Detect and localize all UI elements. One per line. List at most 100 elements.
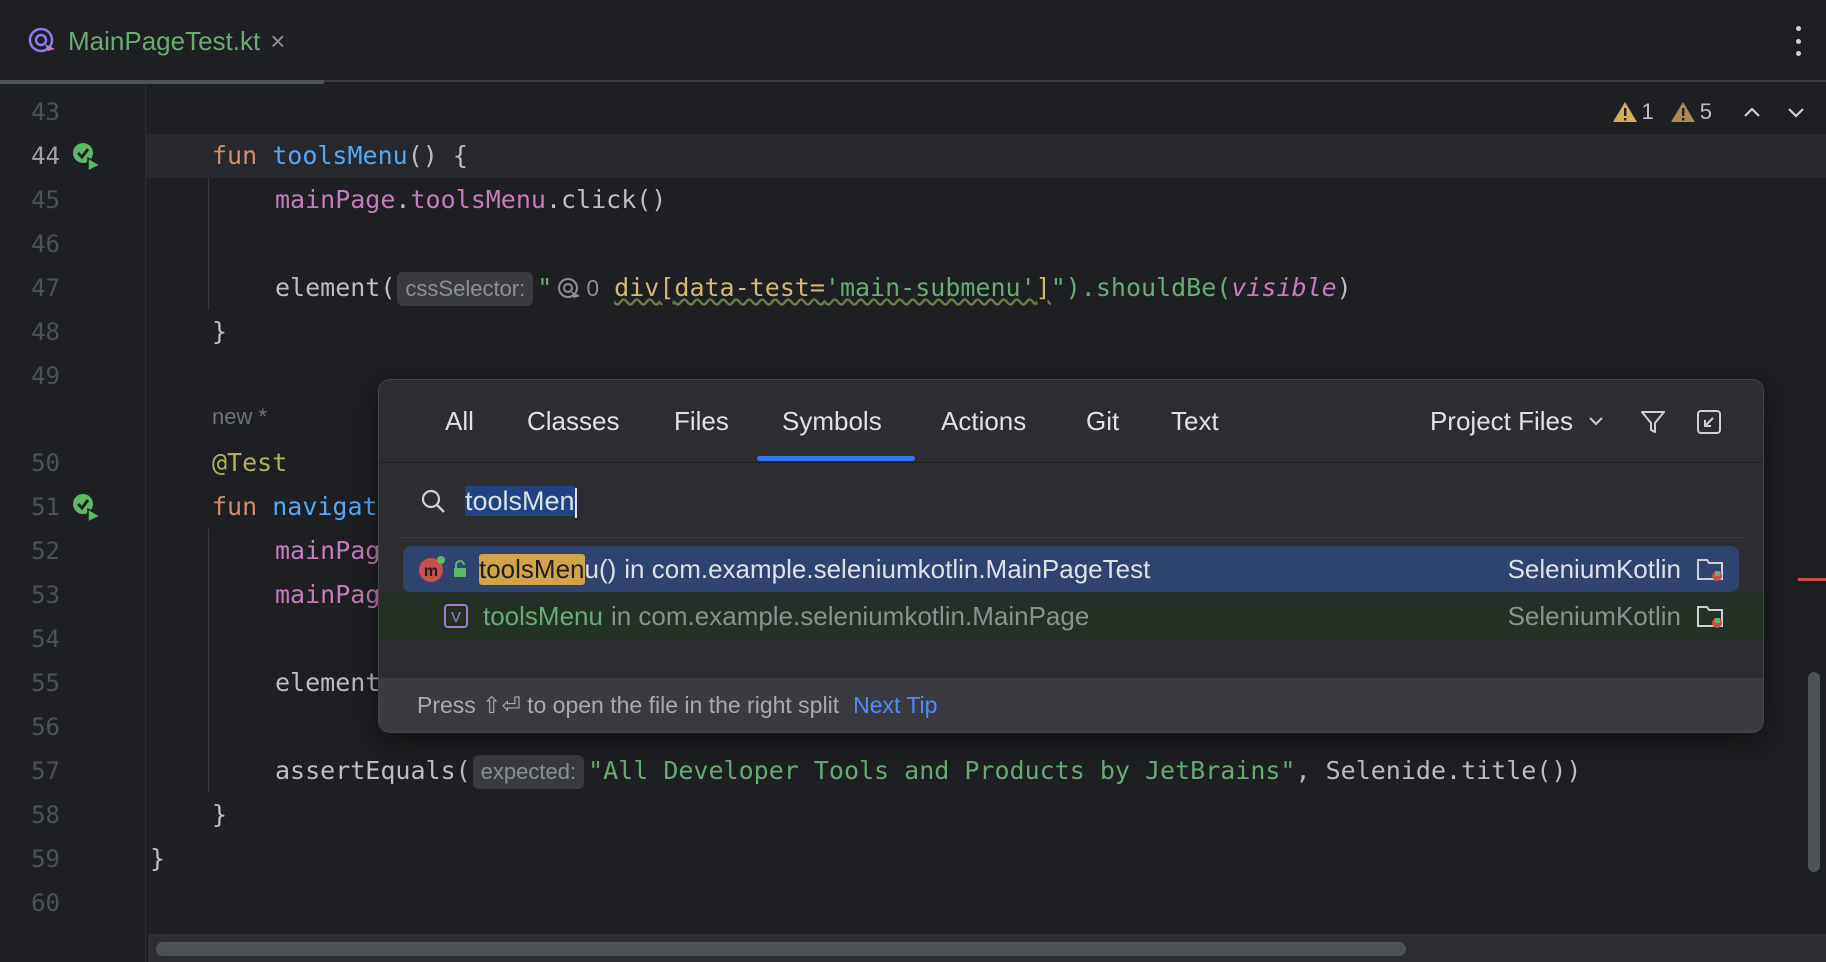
tab-symbols[interactable]: Symbols: [782, 380, 882, 462]
variable-icon: V: [444, 604, 468, 628]
test-method-icon: m: [419, 556, 445, 582]
match-highlight: toolsMen: [479, 553, 585, 585]
warning-count: 1: [1641, 99, 1654, 124]
line-number: 54: [31, 625, 60, 653]
close-tab-icon[interactable]: ×: [270, 26, 285, 57]
line-number: 55: [31, 669, 60, 697]
code-text: .click(): [545, 185, 667, 214]
indent-guide: [208, 178, 209, 310]
scope-label: Project Files: [1429, 405, 1573, 436]
code-line-52: mainPag: [275, 536, 381, 565]
next-tip-link[interactable]: Next Tip: [853, 692, 937, 719]
code-line-50: @Test: [212, 448, 288, 477]
code-line-45: mainPage.toolsMenu.click(): [275, 185, 667, 214]
code-line-59: }: [150, 844, 166, 873]
chevron-down-icon: [1589, 417, 1603, 426]
weak-warning-icon: [1670, 102, 1695, 122]
weak-warning-count: 5: [1699, 99, 1712, 124]
line-number: 58: [31, 801, 60, 829]
search-input[interactable]: toolsMen: [465, 481, 577, 521]
weak-warning-counter[interactable]: 5: [1670, 99, 1712, 125]
code-text: assertEquals(: [275, 756, 471, 785]
code-text: , Selenide.title()): [1295, 756, 1582, 785]
editor-tab-bar: MainPageTest.kt ×: [0, 0, 1826, 84]
keyword: fun: [212, 492, 258, 521]
line-number: 48: [31, 318, 60, 346]
line-number: 53: [31, 581, 60, 609]
string-literal: "All Developer Tools and Products by Jet…: [588, 756, 1296, 785]
tab-classes[interactable]: Classes: [527, 380, 619, 462]
line-number: 52: [31, 537, 60, 565]
new-code-vision-marker[interactable]: new *: [212, 404, 267, 430]
parameter-hint: expected:: [472, 755, 585, 789]
line-number: 56: [31, 713, 60, 741]
line-number: 43: [31, 98, 60, 126]
result-name: u(): [584, 553, 617, 584]
svg-text:m: m: [424, 563, 438, 580]
css-bracket: ]: [1035, 273, 1051, 302]
horizontal-scrollbar-thumb[interactable]: [156, 942, 1406, 956]
result-name: toolsMenu: [483, 600, 603, 631]
vertical-scrollbar-thumb[interactable]: [1808, 672, 1820, 872]
chevron-down-icon[interactable]: [1784, 100, 1808, 124]
open-in-tool-window-icon[interactable]: [1695, 408, 1723, 436]
tip-text: Press ⇧⏎ to open the file in the right s…: [417, 691, 840, 718]
horizontal-scrollbar[interactable]: [148, 934, 1826, 962]
tab-text[interactable]: Text: [1171, 380, 1219, 462]
filter-icon[interactable]: [1639, 408, 1667, 436]
kotlin-test-file-icon: [28, 27, 55, 56]
code-line-51: fun navigat: [212, 485, 378, 529]
line-number: 49: [31, 362, 60, 390]
result-module: SeleniumKotlin: [1507, 600, 1681, 631]
run-test-icon[interactable]: [70, 491, 102, 523]
svg-text:V: V: [451, 609, 461, 626]
scope-dropdown[interactable]: Project Files: [1430, 380, 1605, 462]
line-number: 51: [31, 493, 60, 521]
warning-counter[interactable]: 1: [1612, 99, 1654, 125]
search-icon: [421, 489, 445, 513]
code-line-58: }: [212, 800, 228, 829]
inspection-widget[interactable]: 1 5: [1612, 96, 1809, 128]
code-line-47: element(cssSelector: " 0 div[data-test='ma…: [275, 266, 1352, 310]
ide-window: MainPageTest.kt × 43 44 45 46 47 48 49 5…: [0, 0, 1826, 962]
property: toolsMenu: [410, 185, 546, 214]
code-text: () {: [407, 141, 468, 170]
more-options-icon[interactable]: [1794, 26, 1802, 56]
match-count: 0: [586, 275, 600, 301]
error-stripe-mark[interactable]: [1798, 578, 1826, 581]
run-test-icon[interactable]: [70, 140, 102, 172]
result-module: SeleniumKotlin: [1507, 553, 1681, 584]
property: mainPage: [275, 185, 396, 214]
css-value: 'main-submenu': [824, 273, 1036, 302]
line-number: 60: [31, 889, 60, 917]
tip-footer: Press ⇧⏎ to open the file in the right s…: [379, 678, 1763, 732]
chevron-up-icon[interactable]: [1740, 100, 1764, 124]
css-attribute: data-test=: [674, 273, 825, 302]
result-item[interactable]: m toolsMen u() in com.example.seleniumkot…: [403, 546, 1739, 592]
tab-actions[interactable]: Actions: [941, 380, 1026, 462]
code-line-48: }: [212, 317, 228, 346]
tab-all[interactable]: All: [445, 380, 474, 462]
tab-main-page-test[interactable]: MainPageTest.kt ×: [0, 0, 324, 84]
parameter-hint: cssSelector:: [397, 272, 534, 306]
tab-label: MainPageTest.kt: [68, 25, 261, 56]
tab-files[interactable]: Files: [674, 380, 729, 462]
css-selector-icon: [558, 278, 581, 301]
tab-git[interactable]: Git: [1086, 380, 1119, 462]
text-caret: [574, 487, 577, 518]
code-text: ").shouldBe(: [1050, 273, 1232, 302]
result-item[interactable]: V toolsMenu in com.example.seleniumkotli…: [379, 593, 1763, 639]
code-text: element(: [275, 273, 396, 302]
line-number: 46: [31, 230, 60, 258]
italic-identifier: visible: [1231, 273, 1337, 302]
search-query: toolsMen: [465, 486, 575, 516]
line-number: 44: [31, 142, 60, 170]
indent-guide: [208, 529, 209, 793]
line-number: 59: [31, 845, 60, 873]
function-name: toolsMenu: [272, 141, 408, 170]
search-everywhere-popup: All Classes Files Symbols Actions Git Te…: [378, 379, 1764, 733]
warning-icon: [1612, 102, 1637, 122]
code-line-57: assertEquals(expected: "All Developer Too…: [275, 749, 1581, 793]
result-location: in com.example.seleniumkotlin.MainPageTe…: [624, 553, 1151, 584]
public-visibility-icon: [454, 560, 466, 577]
